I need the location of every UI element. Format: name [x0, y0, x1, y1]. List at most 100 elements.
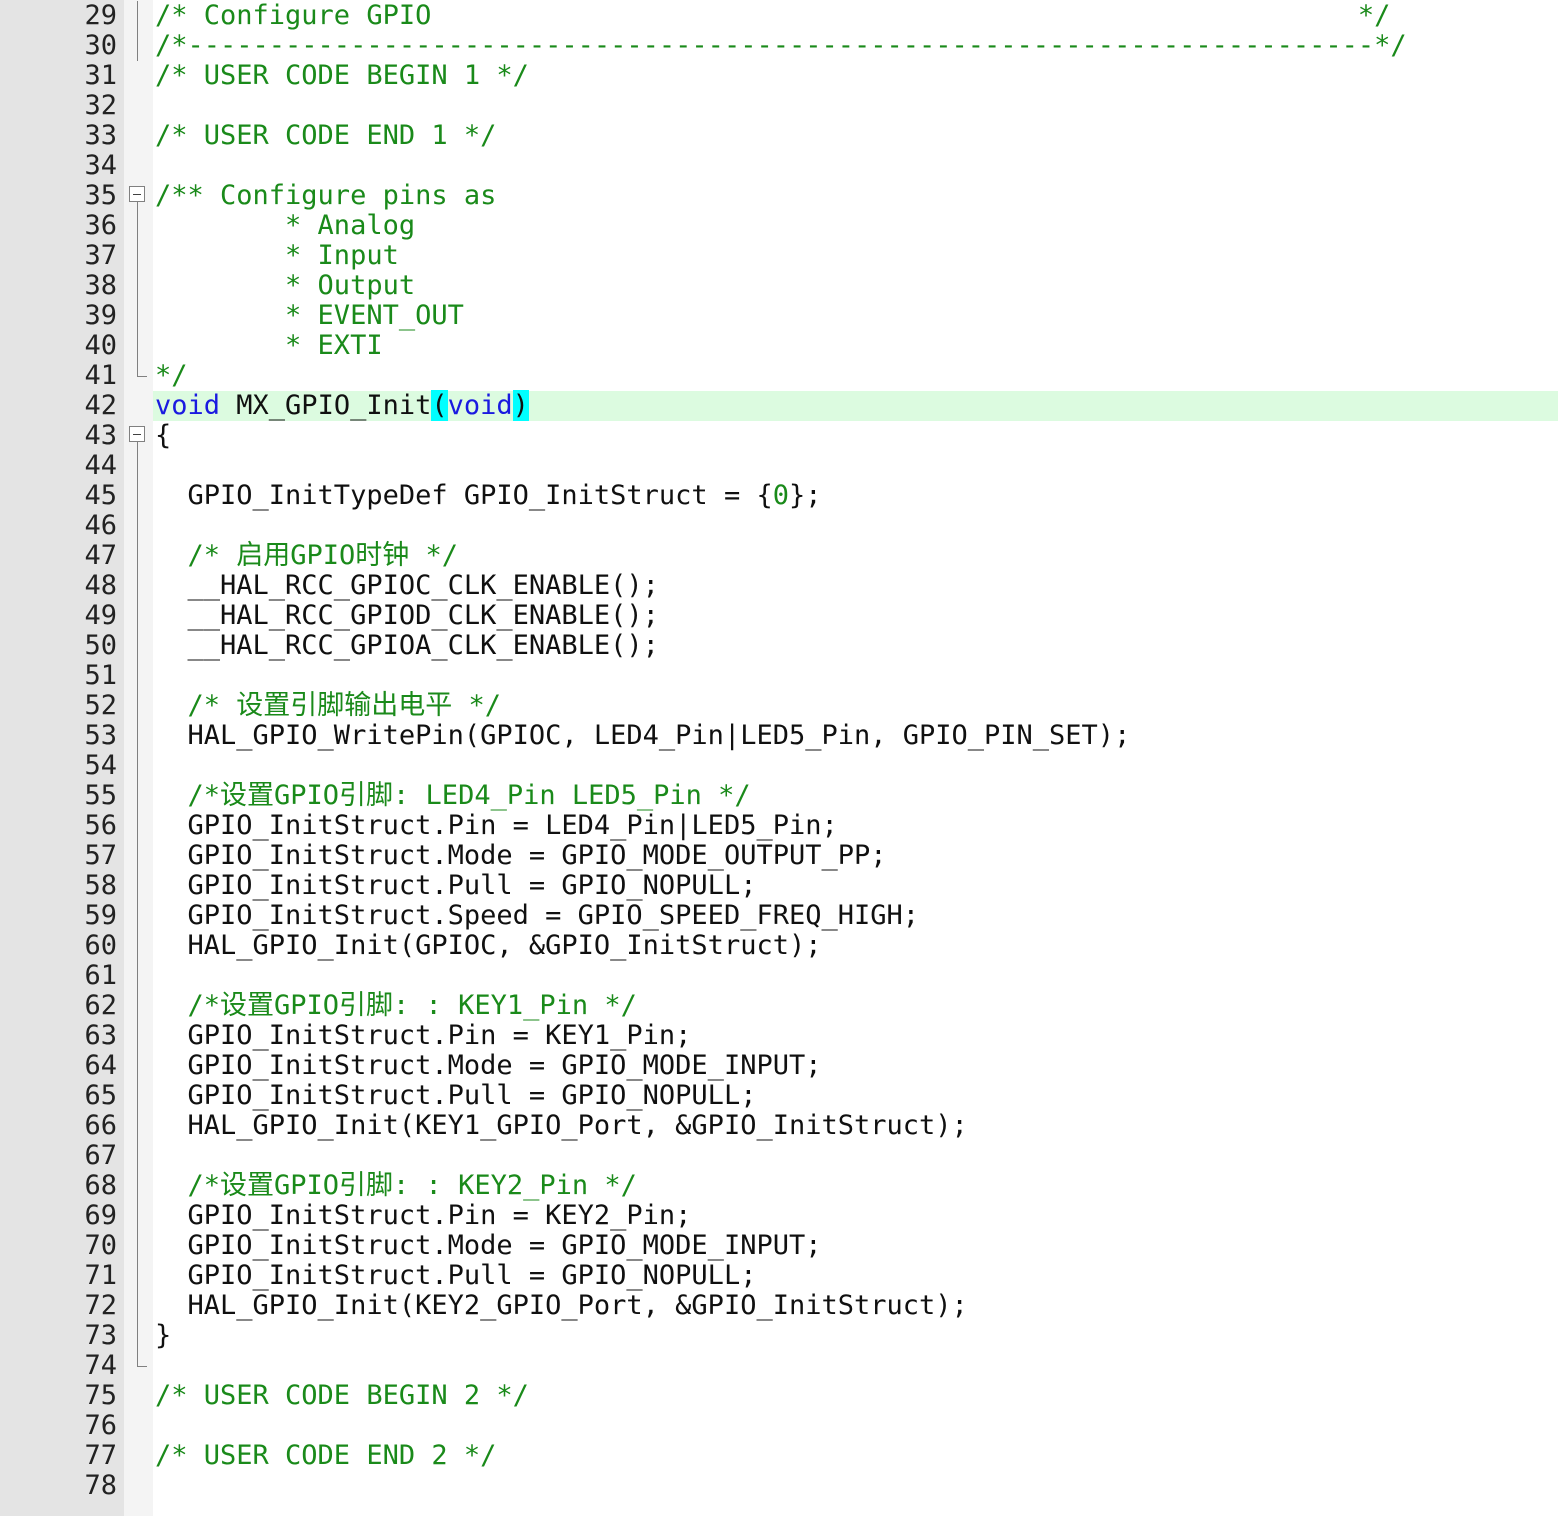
code-text[interactable]: /*设置GPIO引脚: : KEY2_Pin */ — [155, 1171, 637, 1201]
code-text[interactable]: /* USER CODE END 2 */ — [155, 1441, 496, 1471]
code-line[interactable]: 70 GPIO_InitStruct.Mode = GPIO_MODE_INPU… — [0, 1231, 1558, 1261]
code-line[interactable]: 46 — [0, 511, 1558, 541]
code-text[interactable]: GPIO_InitStruct.Pin = KEY1_Pin; — [155, 1021, 692, 1051]
code-token: MX_GPIO_Init — [220, 390, 432, 421]
code-line[interactable]: 36 * Analog — [0, 211, 1558, 241]
code-line[interactable]: 68 /*设置GPIO引脚: : KEY2_Pin */ — [0, 1171, 1558, 1201]
code-text[interactable]: HAL_GPIO_Init(KEY2_GPIO_Port, &GPIO_Init… — [155, 1291, 968, 1321]
code-text[interactable]: /* USER CODE BEGIN 2 */ — [155, 1381, 529, 1411]
code-line[interactable]: 50 __HAL_RCC_GPIOA_CLK_ENABLE(); — [0, 631, 1558, 661]
code-line[interactable]: 31 /* USER CODE BEGIN 1 */ — [0, 61, 1558, 91]
code-text[interactable]: */ — [155, 361, 188, 391]
code-line[interactable]: 57 GPIO_InitStruct.Mode = GPIO_MODE_OUTP… — [0, 841, 1558, 871]
code-line[interactable]: 65 GPIO_InitStruct.Pull = GPIO_NOPULL; — [0, 1081, 1558, 1111]
code-line[interactable]: 66 HAL_GPIO_Init(KEY1_GPIO_Port, &GPIO_I… — [0, 1111, 1558, 1141]
code-line[interactable]: 64 GPIO_InitStruct.Mode = GPIO_MODE_INPU… — [0, 1051, 1558, 1081]
code-line[interactable]: 77 /* USER CODE END 2 */ — [0, 1441, 1558, 1471]
code-line[interactable]: 55 /*设置GPIO引脚: LED4_Pin LED5_Pin */ — [0, 781, 1558, 811]
code-line[interactable]: 45 GPIO_InitTypeDef GPIO_InitStruct = {0… — [0, 481, 1558, 511]
code-text[interactable]: * Output — [155, 271, 415, 301]
code-text[interactable]: void MX_GPIO_Init(void) — [155, 390, 529, 421]
code-line[interactable]: 40 * EXTI — [0, 331, 1558, 361]
code-text[interactable]: GPIO_InitTypeDef GPIO_InitStruct = {0}; — [155, 481, 822, 511]
code-text[interactable]: GPIO_InitStruct.Mode = GPIO_MODE_OUTPUT_… — [155, 841, 887, 871]
code-text[interactable]: HAL_GPIO_Init(KEY1_GPIO_Port, &GPIO_Init… — [155, 1111, 968, 1141]
code-line[interactable]: 39 * EVENT_OUT — [0, 301, 1558, 331]
code-line[interactable]: 37 * Input — [0, 241, 1558, 271]
code-text[interactable]: * EVENT_OUT — [155, 301, 464, 331]
code-line[interactable]: 49 __HAL_RCC_GPIOD_CLK_ENABLE(); — [0, 601, 1558, 631]
code-text[interactable]: /* 启用GPIO时钟 */ — [155, 541, 459, 571]
code-text[interactable]: __HAL_RCC_GPIOA_CLK_ENABLE(); — [155, 631, 659, 661]
code-text[interactable]: } — [155, 1321, 171, 1351]
line-number: 41 — [84, 360, 117, 391]
code-line[interactable]: 30 /*------------------------------------… — [0, 31, 1558, 61]
code-lines[interactable]: 29 /* Configure GPIO */ 30 /*--------------… — [0, 1, 1558, 1501]
code-text[interactable]: GPIO_InitStruct.Pull = GPIO_NOPULL; — [155, 1081, 757, 1111]
code-text[interactable]: /* USER CODE BEGIN 1 */ — [155, 61, 529, 91]
code-text[interactable]: HAL_GPIO_Init(GPIOC, &GPIO_InitStruct); — [155, 931, 822, 961]
code-line[interactable]: 71 GPIO_InitStruct.Pull = GPIO_NOPULL; — [0, 1261, 1558, 1291]
code-line[interactable]: 32 — [0, 91, 1558, 121]
line-number: 42 — [84, 390, 117, 421]
code-line[interactable]: 54 — [0, 751, 1558, 781]
code-line[interactable]: 41 */ — [0, 361, 1558, 391]
code-text[interactable]: GPIO_InitStruct.Pin = KEY2_Pin; — [155, 1201, 692, 1231]
code-text[interactable]: __HAL_RCC_GPIOC_CLK_ENABLE(); — [155, 571, 659, 601]
code-line[interactable]: 59 GPIO_InitStruct.Speed = GPIO_SPEED_FR… — [0, 901, 1558, 931]
code-line[interactable]: 35 /** Configure pins as — [0, 181, 1558, 211]
code-line[interactable]: 78 — [0, 1471, 1558, 1501]
code-line[interactable]: 48 __HAL_RCC_GPIOC_CLK_ENABLE(); — [0, 571, 1558, 601]
code-text[interactable]: /** Configure pins as — [155, 181, 496, 211]
code-line[interactable]: 53 HAL_GPIO_WritePin(GPIOC, LED4_Pin|LED… — [0, 721, 1558, 751]
code-line[interactable]: 62 /*设置GPIO引脚: : KEY1_Pin */ — [0, 991, 1558, 1021]
code-line[interactable]: 72 HAL_GPIO_Init(KEY2_GPIO_Port, &GPIO_I… — [0, 1291, 1558, 1321]
code-line[interactable]: 58 GPIO_InitStruct.Pull = GPIO_NOPULL; — [0, 871, 1558, 901]
code-line[interactable]: 34 — [0, 151, 1558, 181]
fold-collapse-icon[interactable] — [129, 181, 149, 211]
code-text[interactable]: /*--------------------------------------… — [155, 31, 1407, 61]
code-line[interactable]: 29 /* Configure GPIO */ — [0, 1, 1558, 31]
fold-collapse-icon[interactable] — [129, 421, 149, 451]
code-line[interactable]: 61 — [0, 961, 1558, 991]
code-line[interactable]: 43 { — [0, 421, 1558, 451]
code-line[interactable]: 52 /* 设置引脚输出电平 */ — [0, 691, 1558, 721]
code-text[interactable]: { — [155, 421, 171, 451]
code-line[interactable]: 76 — [0, 1411, 1558, 1441]
code-line[interactable]: 73} — [0, 1321, 1558, 1351]
code-text[interactable]: /* USER CODE END 1 */ — [155, 121, 496, 151]
code-line[interactable]: 74 — [0, 1351, 1558, 1381]
code-line[interactable]: 42 void MX_GPIO_Init(void) — [0, 390, 1558, 421]
code-editor[interactable]: 29 /* Configure GPIO */ 30 /*--------------… — [0, 0, 1558, 1516]
code-text[interactable]: __HAL_RCC_GPIOD_CLK_ENABLE(); — [155, 601, 659, 631]
code-line[interactable]: 33 /* USER CODE END 1 */ — [0, 121, 1558, 151]
code-line[interactable]: 51 — [0, 661, 1558, 691]
code-line[interactable]: 67 — [0, 1141, 1558, 1171]
code-line[interactable]: 75 /* USER CODE BEGIN 2 */ — [0, 1381, 1558, 1411]
code-text[interactable]: * EXTI — [155, 331, 383, 361]
code-text[interactable]: /* 设置引脚输出电平 */ — [155, 691, 502, 721]
code-text[interactable]: GPIO_InitStruct.Mode = GPIO_MODE_INPUT; — [155, 1051, 822, 1081]
code-text[interactable]: GPIO_InitStruct.Pull = GPIO_NOPULL; — [155, 1261, 757, 1291]
code-text[interactable]: GPIO_InitStruct.Pull = GPIO_NOPULL; — [155, 871, 757, 901]
code-line[interactable]: 60 HAL_GPIO_Init(GPIOC, &GPIO_InitStruct… — [0, 931, 1558, 961]
code-text[interactable]: /*设置GPIO引脚: LED4_Pin LED5_Pin */ — [155, 781, 751, 811]
code-line[interactable]: 38 * Output — [0, 271, 1558, 301]
code-text[interactable]: HAL_GPIO_WritePin(GPIOC, LED4_Pin|LED5_P… — [155, 721, 1131, 751]
code-text[interactable]: GPIO_InitStruct.Mode = GPIO_MODE_INPUT; — [155, 1231, 822, 1261]
code-text[interactable]: * Analog — [155, 211, 415, 241]
line-number: 43 — [84, 420, 117, 451]
comment-token: * EVENT_OUT — [155, 300, 464, 331]
code-text[interactable]: GPIO_InitStruct.Pin = LED4_Pin|LED5_Pin; — [155, 811, 838, 841]
code-line[interactable]: 56 GPIO_InitStruct.Pin = LED4_Pin|LED5_P… — [0, 811, 1558, 841]
line-number: 72 — [84, 1290, 117, 1321]
code-line[interactable]: 47 /* 启用GPIO时钟 */ — [0, 541, 1558, 571]
code-text[interactable]: /*设置GPIO引脚: : KEY1_Pin */ — [155, 991, 637, 1021]
code-text[interactable]: * Input — [155, 241, 399, 271]
code-text[interactable]: /* Configure GPIO */ — [155, 1, 1390, 31]
code-line[interactable]: 69 GPIO_InitStruct.Pin = KEY2_Pin; — [0, 1201, 1558, 1231]
code-text[interactable]: GPIO_InitStruct.Speed = GPIO_SPEED_FREQ_… — [155, 901, 920, 931]
line-number: 40 — [84, 330, 117, 361]
code-line[interactable]: 63 GPIO_InitStruct.Pin = KEY1_Pin; — [0, 1021, 1558, 1051]
code-line[interactable]: 44 — [0, 451, 1558, 481]
